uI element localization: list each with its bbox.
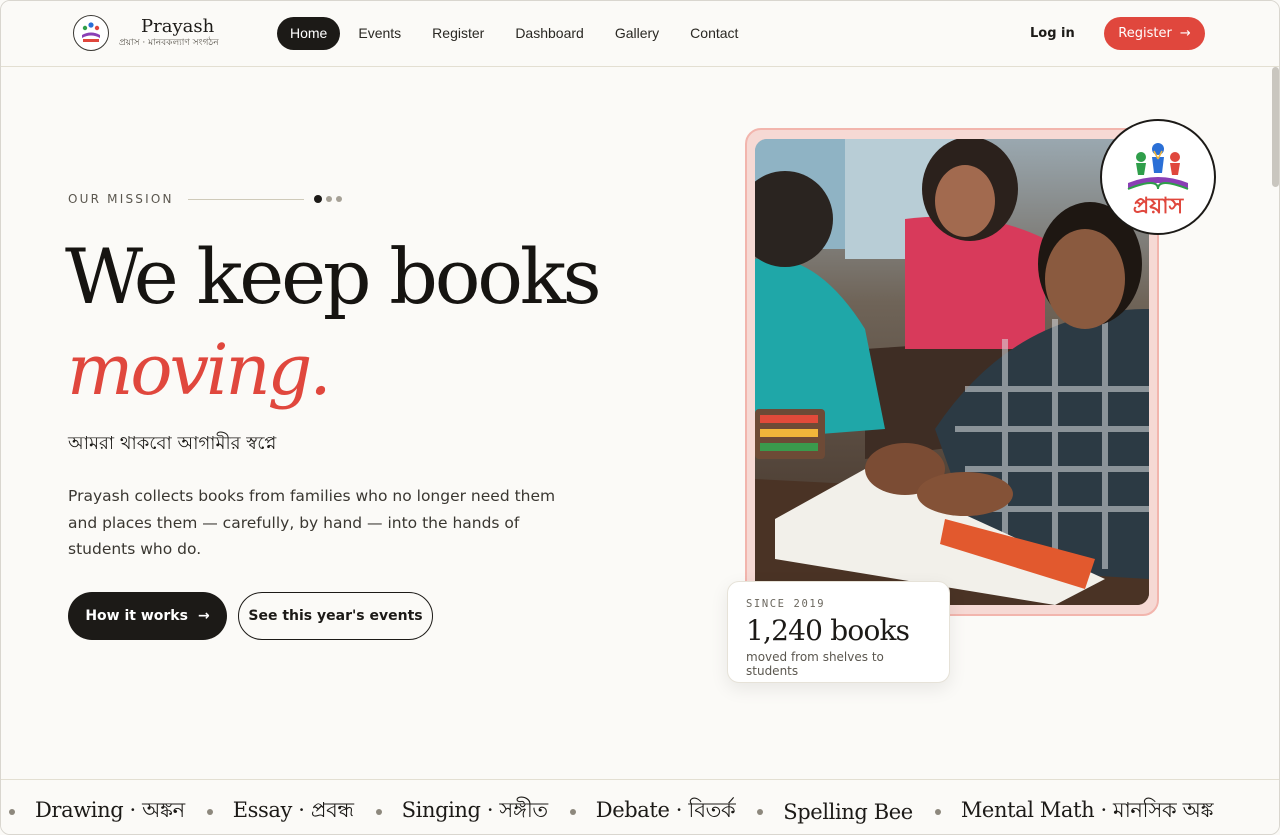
nav-link-gallery[interactable]: Gallery bbox=[602, 17, 672, 50]
marquee-item: Spelling Bee bbox=[783, 799, 913, 824]
how-it-works-label: How it works bbox=[85, 608, 188, 624]
nav-link-home[interactable]: Home bbox=[277, 17, 341, 50]
arrow-right-icon: → bbox=[197, 608, 210, 624]
marquee-item: Mental Math · মানসিক অঙ্ক bbox=[960, 798, 1214, 822]
marquee-item: Debate · বিতর্ক bbox=[595, 798, 736, 822]
nav-link-register[interactable]: Register bbox=[419, 17, 497, 50]
brand-name: Prayash bbox=[141, 15, 215, 37]
slide-dot[interactable] bbox=[325, 196, 332, 202]
marquee-track: Drawing · অঙ্কন Essay · প্রবন্ধ Singing … bbox=[9, 794, 1235, 829]
marquee-separator bbox=[757, 808, 764, 815]
how-it-works-button[interactable]: How it works → bbox=[68, 592, 227, 640]
page-frame: Prayash প্রয়াস · মানবকল্যাণ সংগঠন Home … bbox=[0, 0, 1280, 835]
nav-link-dashboard[interactable]: Dashboard bbox=[502, 17, 597, 50]
login-link[interactable]: Log in bbox=[1030, 26, 1075, 41]
headline: We keep books bbox=[65, 232, 602, 321]
marquee-separator bbox=[934, 808, 941, 815]
slide-dots bbox=[313, 195, 346, 203]
brand-subtitle: প্রয়াস · মানবকল্যাণ সংগঠন bbox=[119, 37, 219, 48]
see-events-button[interactable]: See this year's events bbox=[238, 592, 433, 640]
marquee-separator bbox=[375, 808, 382, 815]
marquee-separator bbox=[206, 808, 213, 815]
arrow-right-icon: → bbox=[1179, 26, 1191, 41]
stat-number: 1,240 books bbox=[746, 614, 910, 647]
hero-description: Prayash collects books from families who… bbox=[68, 487, 556, 558]
nav-link-contact[interactable]: Contact bbox=[677, 17, 751, 50]
headline-accent: moving. bbox=[67, 329, 332, 411]
register-button[interactable]: Register → bbox=[1104, 17, 1205, 50]
top-nav: Prayash প্রয়াস · মানবকল্যাণ সংগঠন Home … bbox=[1, 1, 1279, 67]
marquee-item: Singing · সঙ্গীত bbox=[401, 798, 549, 822]
scrollbar-thumb[interactable] bbox=[1272, 67, 1279, 187]
prayash-badge-logo-icon: প্রয়াস bbox=[1100, 119, 1216, 235]
marquee-separator bbox=[9, 808, 15, 815]
nav-link-events[interactable]: Events bbox=[345, 17, 414, 50]
badge-logo-text: প্রয়াস bbox=[1132, 193, 1184, 219]
slide-dot-active[interactable] bbox=[313, 195, 322, 203]
stat-card: SINCE 2019 1,240 books moved from shelve… bbox=[727, 581, 950, 683]
activity-marquee: Drawing · অঙ্কন Essay · প্রবন্ধ Singing … bbox=[1, 779, 1279, 834]
eyebrow-divider bbox=[187, 198, 304, 200]
marquee-separator bbox=[569, 808, 576, 815]
register-button-label: Register bbox=[1118, 26, 1172, 41]
brand-logo-icon bbox=[73, 15, 109, 51]
nav-links: Home Events Register Dashboard Gallery C… bbox=[277, 17, 756, 50]
brand[interactable]: Prayash প্রয়াস · মানবকল্যাণ সংগঠন bbox=[73, 15, 219, 51]
bengali-tagline: আমরা থাকবো আগামীর স্বপ্নে bbox=[68, 433, 277, 454]
page-scrollbar[interactable] bbox=[1271, 67, 1279, 779]
stat-caption: moved from shelves to students bbox=[746, 650, 884, 678]
marquee-item: Essay · প্রবন্ধ bbox=[232, 798, 354, 822]
slide-dot[interactable] bbox=[335, 196, 342, 202]
eyebrow: OUR MISSION bbox=[68, 192, 346, 206]
stat-since: SINCE 2019 bbox=[746, 598, 826, 610]
eyebrow-label: OUR MISSION bbox=[68, 192, 174, 206]
see-events-label: See this year's events bbox=[248, 608, 423, 624]
hero-photo bbox=[755, 139, 1149, 605]
marquee-item: Drawing · অঙ্কন bbox=[35, 798, 185, 822]
